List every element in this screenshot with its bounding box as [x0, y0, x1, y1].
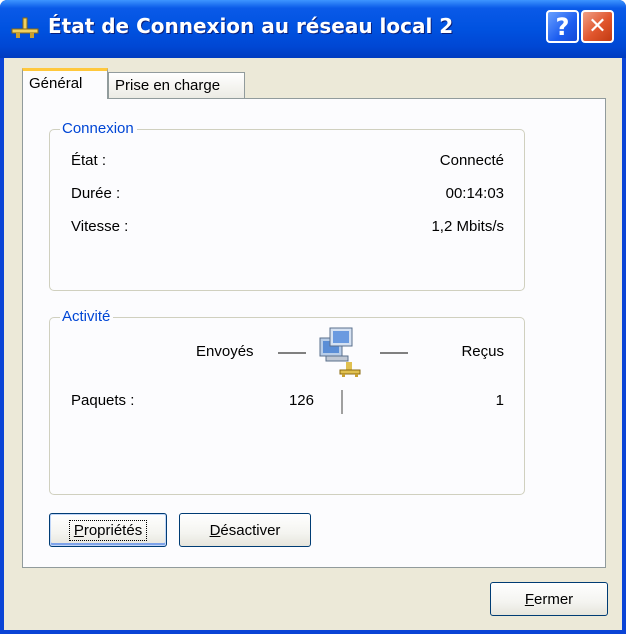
close-icon: ✕ [588, 13, 607, 39]
window-title: État de Connexion au réseau local 2 [48, 14, 454, 38]
duree-label: Durée : [71, 185, 121, 202]
vitesse-label: Vitesse : [71, 218, 129, 235]
help-button[interactable]: ? [546, 10, 579, 43]
desactiver-button-label: Désactiver [209, 521, 281, 539]
proprietes-button[interactable]: Propriétés [49, 513, 167, 547]
tab-general[interactable]: Général [22, 68, 108, 99]
activite-group: Activité Envoyés Reçus Paquets : 126 1 [49, 308, 525, 495]
desactiver-button[interactable]: Désactiver [179, 513, 311, 547]
close-button[interactable]: ✕ [581, 10, 614, 43]
fermer-button-label: Fermer [524, 590, 574, 608]
etat-label: État : [71, 152, 107, 169]
envoyes-label: Envoyés [196, 343, 254, 360]
sent-line [278, 352, 306, 354]
duree-value: 00:14:03 [445, 185, 504, 202]
network-connection-icon [11, 17, 39, 38]
activity-divider [341, 390, 343, 414]
paquets-recus-value: 1 [495, 392, 504, 409]
received-line [380, 352, 408, 354]
recus-label: Reçus [461, 343, 504, 360]
fermer-button[interactable]: Fermer [490, 582, 608, 616]
tab-panel-general: Connexion État : Connecté Durée : 00:14:… [22, 98, 606, 568]
connexion-legend: Connexion [60, 120, 137, 137]
help-icon: ? [555, 12, 570, 41]
tab-prise-en-charge[interactable]: Prise en charge [108, 72, 245, 98]
title-bar[interactable]: État de Connexion au réseau local 2 ? ✕ [0, 0, 626, 58]
proprietes-button-label: Propriétés [68, 519, 148, 541]
activite-legend: Activité [60, 308, 114, 325]
vitesse-value: 1,2 Mbits/s [431, 218, 504, 235]
dialog-client-area: Général Prise en charge Connexion État :… [4, 58, 622, 630]
etat-value: Connecté [439, 152, 504, 169]
paquets-label: Paquets : [71, 392, 135, 409]
paquets-envoyes-value: 126 [288, 392, 314, 409]
connexion-group: Connexion État : Connecté Durée : 00:14:… [49, 120, 525, 291]
network-computers-icon [319, 327, 361, 377]
dialog-window: État de Connexion au réseau local 2 ? ✕ … [0, 0, 626, 634]
